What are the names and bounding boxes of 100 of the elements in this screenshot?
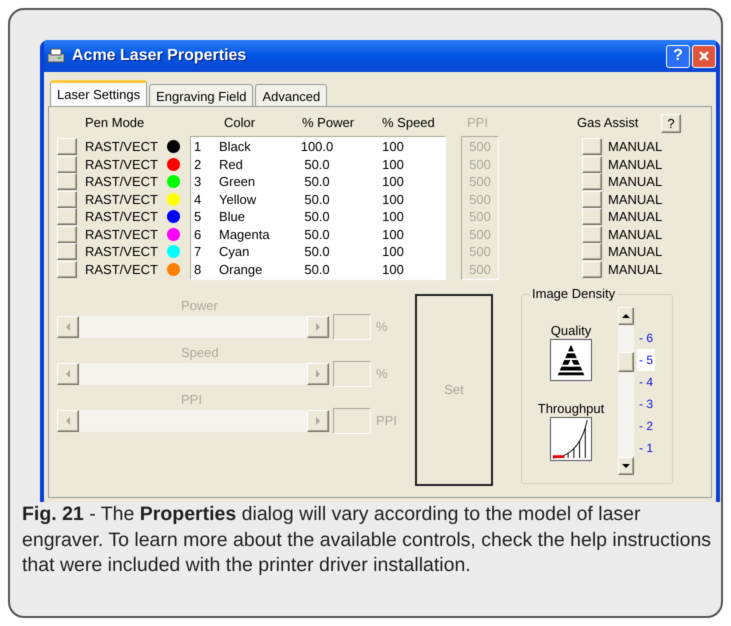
tab[interactable]: Engraving Field xyxy=(149,84,254,106)
up-arrow-icon xyxy=(620,312,632,320)
gas-assist-label: MANUAL xyxy=(608,175,662,188)
pen-mode-button[interactable] xyxy=(57,243,77,260)
help-button[interactable]: ? xyxy=(666,44,690,68)
ppi-value: 500 xyxy=(468,208,492,226)
gas-assist-button[interactable] xyxy=(582,243,602,260)
unit-label: % xyxy=(376,318,388,336)
gas-assist-button[interactable] xyxy=(582,260,602,278)
pen-mode-label: RAST/VECT xyxy=(85,210,159,224)
pen-mode-button[interactable] xyxy=(57,190,77,208)
gas-assist-button[interactable] xyxy=(582,138,602,156)
gas-assist-button[interactable] xyxy=(582,156,602,173)
pen-mode-button[interactable] xyxy=(57,208,77,226)
scroll-up-button[interactable] xyxy=(618,307,634,325)
close-icon xyxy=(698,50,710,62)
value-field[interactable] xyxy=(333,314,371,340)
gas-assist-label: MANUAL xyxy=(608,140,662,154)
scroll-left-button[interactable] xyxy=(57,363,79,385)
column-header: % Power xyxy=(302,114,356,132)
window-title: Acme Laser Properties xyxy=(72,46,246,66)
color-name: Green xyxy=(219,175,256,188)
quality-label: Quality xyxy=(550,323,592,339)
value-field[interactable] xyxy=(333,408,371,434)
value-field[interactable] xyxy=(333,361,371,387)
close-button[interactable] xyxy=(692,44,716,68)
ppi-value: 500 xyxy=(468,260,492,278)
column-header: PPI xyxy=(467,114,489,132)
pen-mode-button[interactable] xyxy=(57,138,77,156)
pen-mode-label: RAST/VECT xyxy=(85,262,159,276)
horizontal-scrollbar[interactable] xyxy=(57,316,329,338)
ppi-value: 500 xyxy=(468,190,492,208)
speed-value: 100 xyxy=(381,140,405,154)
speed-value: 100 xyxy=(381,210,405,224)
color-name: Cyan xyxy=(219,245,250,258)
gas-assist-label: MANUAL xyxy=(608,262,662,276)
scroll-right-button[interactable] xyxy=(307,316,329,338)
gas-assist-label: MANUAL xyxy=(608,192,662,206)
scroll-down-button[interactable] xyxy=(618,457,634,475)
column-header: Color xyxy=(224,114,256,132)
color-name: Yellow xyxy=(219,192,258,206)
scroll-right-button[interactable] xyxy=(307,410,329,432)
gas-assist-label: MANUAL xyxy=(608,210,662,224)
power-value: 50.0 xyxy=(303,210,331,224)
pen-mode-label: RAST/VECT xyxy=(85,228,159,241)
scroll-left-button[interactable] xyxy=(57,410,79,432)
vertical-scrollbar[interactable] xyxy=(618,307,634,475)
figure-caption: Fig. 21 - The Properties dialog will vary according to the model of laser engraver. To learn more about the available controls, check the help instructions that were included with the printer driver installation. xyxy=(22,502,712,578)
ppi-value: 500 xyxy=(468,173,492,190)
pen-number: 4 xyxy=(193,192,202,206)
gas-assist-button[interactable] xyxy=(582,173,602,190)
density-tick-label: - 1 xyxy=(638,440,654,457)
scroll-left-button[interactable] xyxy=(57,316,79,338)
scroll-right-button[interactable] xyxy=(307,363,329,385)
gas-assist-button[interactable] xyxy=(582,208,602,226)
unit-label: % xyxy=(376,365,388,384)
help-button[interactable]: ? xyxy=(661,114,681,132)
pen-number: 7 xyxy=(193,245,202,258)
color-name: Orange xyxy=(219,262,264,276)
slider-label: Speed xyxy=(181,345,219,361)
pen-mode-button[interactable] xyxy=(57,173,77,190)
pen-mode-button[interactable] xyxy=(57,156,77,173)
pen-mode-button[interactable] xyxy=(57,226,77,243)
density-tick-label: - 4 xyxy=(638,374,654,391)
gas-assist-button[interactable] xyxy=(582,226,602,243)
down-arrow-icon xyxy=(620,462,632,470)
group-title: Image Density xyxy=(530,286,618,302)
speed-value: 100 xyxy=(381,192,405,206)
pen-mode-button[interactable] xyxy=(57,260,77,278)
pen-number: 5 xyxy=(193,210,202,224)
pen-mode-label: RAST/VECT xyxy=(85,175,159,188)
tab[interactable]: Advanced xyxy=(255,84,328,106)
ppi-value: 500 xyxy=(468,226,492,243)
column-header: % Speed xyxy=(382,114,436,132)
ppi-value: 500 xyxy=(468,243,492,260)
slider-thumb[interactable] xyxy=(618,352,634,372)
throughput-label: Throughput xyxy=(538,401,604,417)
density-tick-label: - 3 xyxy=(638,396,654,413)
horizontal-scrollbar[interactable] xyxy=(57,363,329,385)
right-arrow-icon xyxy=(314,415,322,427)
pen-mode-label: RAST/VECT xyxy=(85,158,159,171)
slider-label: Power xyxy=(181,298,218,314)
gas-assist-label: MANUAL xyxy=(608,228,662,241)
speed-value: 100 xyxy=(381,158,405,171)
tab[interactable]: Laser Settings xyxy=(50,80,148,106)
power-value: 50.0 xyxy=(303,192,331,206)
right-arrow-icon xyxy=(314,321,322,333)
column-header: Pen Mode xyxy=(85,114,146,132)
power-value: 100.0 xyxy=(300,140,334,154)
pen-number: 1 xyxy=(193,140,202,154)
printer-icon xyxy=(46,47,66,65)
left-arrow-icon xyxy=(64,321,72,333)
pen-mode-label: RAST/VECT xyxy=(85,192,159,206)
speed-value: 100 xyxy=(381,228,405,241)
unit-label: PPI xyxy=(376,412,397,430)
horizontal-scrollbar[interactable] xyxy=(57,410,329,432)
gas-assist-button[interactable] xyxy=(582,190,602,208)
power-value: 50.0 xyxy=(303,158,331,171)
pen-number: 3 xyxy=(193,175,202,188)
pen-number: 6 xyxy=(193,228,202,241)
